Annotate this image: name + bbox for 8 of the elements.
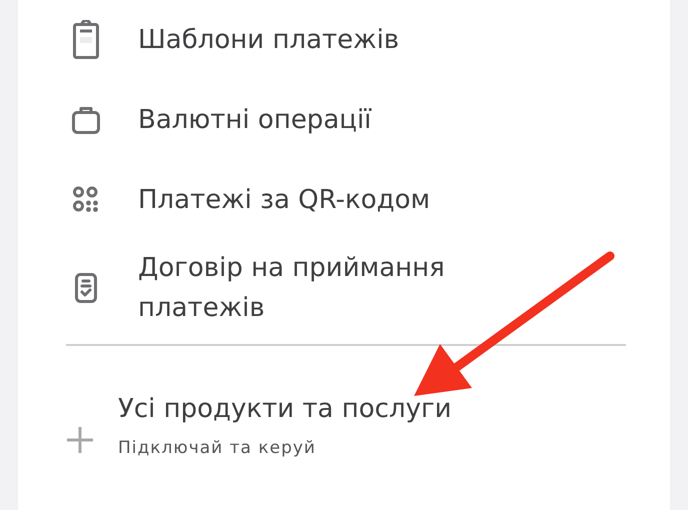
plus-icon	[66, 426, 94, 454]
menu-item-label[interactable]: Договір на приймання платежів	[138, 248, 518, 328]
menu-item-label[interactable]: Валютні операції	[138, 100, 518, 140]
all-products-subtitle: Підключай та керуй	[118, 438, 316, 458]
menu-item-label[interactable]: Платежі за QR-кодом	[138, 180, 518, 220]
clipboard-icon	[72, 20, 100, 60]
menu-item-label[interactable]: Шаблони платежів	[138, 20, 518, 60]
all-products-link[interactable]: Усі продукти та послуги	[118, 392, 452, 426]
